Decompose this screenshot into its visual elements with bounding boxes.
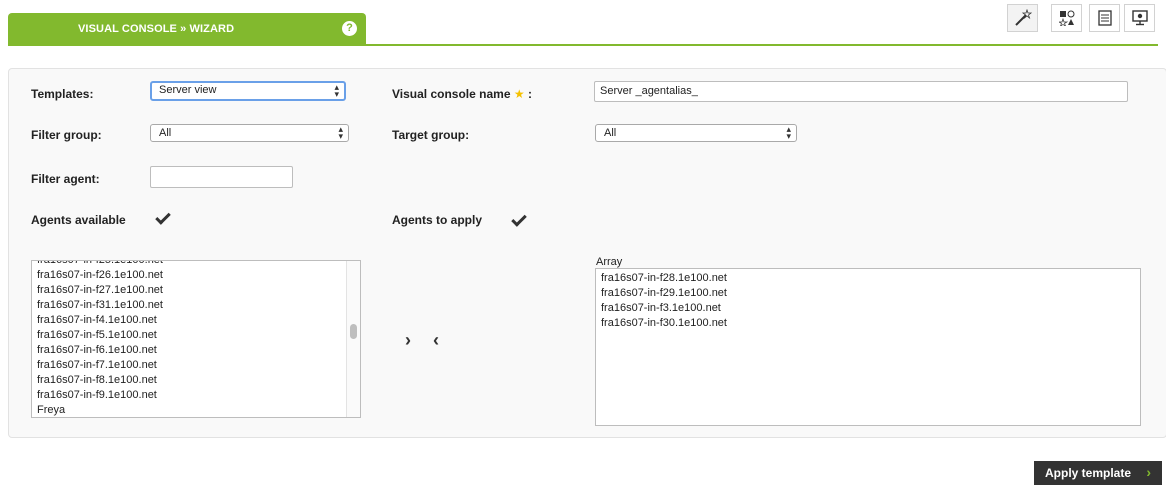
filter-group-select[interactable]: All ▴ ▾ xyxy=(150,124,349,142)
list-item[interactable]: fra16s07-in-f9.1e100.net xyxy=(32,388,360,403)
monitor-icon[interactable] xyxy=(1124,4,1155,32)
label-colon: : xyxy=(527,87,532,101)
list-item[interactable]: Freya xyxy=(32,403,360,417)
target-group-label: Target group: xyxy=(392,128,470,142)
templates-label: Templates: xyxy=(31,87,94,101)
apply-template-button[interactable]: Apply template › xyxy=(1034,461,1162,485)
list-item[interactable]: fra16s07-in-f6.1e100.net xyxy=(32,343,360,358)
agents-available-list[interactable]: fra16s07-in-f25.1e100.net fra16s07-in-f26… xyxy=(31,260,361,418)
list-item[interactable]: fra16s07-in-f31.1e100.net xyxy=(32,298,360,313)
filter-agent-label: Filter agent: xyxy=(31,172,100,186)
select-arrows-icon: ▴ ▾ xyxy=(338,124,343,141)
agents-to-apply-label: Agents to apply xyxy=(392,213,483,227)
chevron-right-icon: › xyxy=(1146,464,1151,480)
select-arrows-icon: ▴ ▾ xyxy=(334,82,339,99)
visual-console-name-value: Server _agentalias_ xyxy=(600,85,698,97)
list-item[interactable]: fra16s07-in-f3.1e100.net xyxy=(596,301,1140,316)
visual-console-name-text: Visual console name xyxy=(392,87,511,101)
shapes-icon[interactable] xyxy=(1051,4,1082,32)
help-icon[interactable]: ? xyxy=(342,21,357,36)
list-item[interactable]: fra16s07-in-f5.1e100.net xyxy=(32,328,360,343)
templates-select[interactable]: Server view ▴ ▾ xyxy=(150,81,346,101)
filter-group-label: Filter group: xyxy=(31,128,102,142)
agents-available-label: Agents available xyxy=(31,213,126,227)
agents-to-apply-list[interactable]: fra16s07-in-f28.1e100.net fra16s07-in-f29… xyxy=(595,268,1141,426)
list-item[interactable]: fra16s07-in-f29.1e100.net xyxy=(596,286,1140,301)
list-item[interactable]: fra16s07-in-f4.1e100.net xyxy=(32,313,360,328)
array-label: Array xyxy=(596,256,623,268)
filter-group-selected-value: All xyxy=(159,127,172,139)
list-item[interactable]: fra16s07-in-f8.1e100.net xyxy=(32,373,360,388)
scrollbar-thumb[interactable] xyxy=(350,324,357,339)
select-arrows-icon: ▴ ▾ xyxy=(786,124,791,141)
magic-wand-icon[interactable] xyxy=(1007,4,1038,32)
list-item[interactable]: fra16s07-in-f26.1e100.net xyxy=(32,268,360,283)
templates-selected-value: Server view xyxy=(159,84,217,96)
filter-agent-input[interactable] xyxy=(150,166,293,188)
apply-template-label: Apply template xyxy=(1045,466,1132,480)
list-item[interactable]: fra16s07-in-f7.1e100.net xyxy=(32,358,360,373)
list-item[interactable]: fra16s07-in-f30.1e100.net xyxy=(596,316,1140,331)
list-item[interactable]: fra16s07-in-f27.1e100.net xyxy=(32,283,360,298)
page-title: VISUAL CONSOLE » WIZARD xyxy=(78,23,235,35)
tab-underline xyxy=(8,44,1158,46)
scrollbar[interactable] xyxy=(346,261,360,417)
add-agents-button[interactable]: › xyxy=(405,330,411,351)
list-item[interactable]: fra16s07-in-f28.1e100.net xyxy=(596,271,1140,286)
remove-agents-button[interactable]: ‹ xyxy=(433,330,439,351)
visual-console-name-label: Visual console name ★ : xyxy=(392,87,532,101)
list-icon[interactable] xyxy=(1089,4,1120,32)
section-tab: VISUAL CONSOLE » WIZARD ? xyxy=(8,13,366,45)
required-star-icon: ★ xyxy=(513,87,525,101)
list-item[interactable]: fra16s07-in-f25.1e100.net xyxy=(32,261,360,268)
target-group-select[interactable]: All ▴ ▾ xyxy=(595,124,797,142)
visual-console-name-input[interactable]: Server _agentalias_ xyxy=(594,81,1128,102)
target-group-selected-value: All xyxy=(604,127,617,139)
